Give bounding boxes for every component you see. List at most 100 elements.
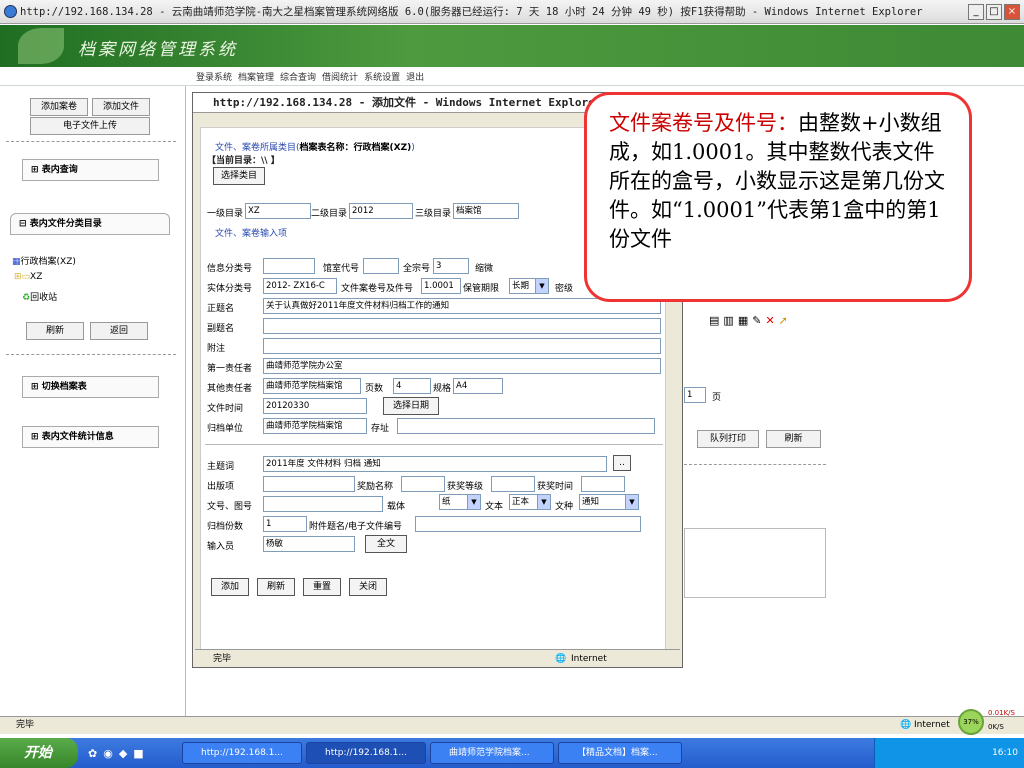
expand-icon: ⊞ [31,165,42,175]
subtitle-input[interactable] [263,318,661,334]
fonds-input[interactable]: 3 [433,258,469,274]
attach-input[interactable] [415,516,641,532]
catalog-panel-toggle[interactable]: ⊟ 表内文件分类目录 [10,213,170,235]
choose-date-button[interactable]: 选择日期 [383,397,439,415]
reset-button[interactable]: 重置 [303,578,341,596]
award-name-input[interactable] [401,476,445,492]
location-input[interactable] [397,418,655,434]
entity-class-input[interactable]: 2012- ZX16-C [263,278,337,294]
delete-icon[interactable]: ✕ [765,314,774,327]
tree-node-recycle[interactable]: ♻回收站 [22,290,57,303]
info-panel [684,528,826,598]
task-archive-app[interactable]: 曲靖师范学院档案... [430,742,554,764]
upload-file-button[interactable]: 电子文件上传 [30,117,150,135]
chevron-down-icon: ▼ [537,495,550,509]
switch-table-toggle[interactable]: ⊞ 切换档案表 [22,376,159,398]
collapse-icon: ⊟ [19,219,30,229]
stats-panel-toggle[interactable]: ⊞ 表内文件统计信息 [22,426,159,448]
back-button[interactable]: 返回 [90,322,148,340]
copies-input[interactable]: 1 [263,516,307,532]
add-volume-button[interactable]: 添加案卷 [30,98,88,116]
entry-input[interactable]: 杨敏 [263,536,355,552]
date-input[interactable]: 20120330 [263,398,367,414]
award-time-input[interactable] [581,476,625,492]
recycle-icon: ♻ [22,293,31,303]
catalog-label: 表内文件分类目录 [29,219,102,229]
task-document[interactable]: 【精品文档】档案... [558,742,682,764]
edit-icon[interactable]: ✎ [752,314,761,327]
fulltext-button[interactable]: 全文 [365,535,407,553]
left-pane: 添加案卷 添加文件 电子文件上传 ⊞ 表内查询 ⊟ 表内文件分类目录 ▦行政档案… [0,86,186,716]
refresh-tree-button[interactable]: 刷新 [26,322,84,340]
tree-root[interactable]: ▦行政档案(XZ) [12,254,76,267]
keywords-input[interactable]: 2011年度 文件材料 归档 通知 [263,456,607,472]
queue-print-button[interactable]: 队列打印 [697,430,759,448]
menu-archive-manage[interactable]: 档案管理 [238,70,274,83]
spec-input[interactable]: A4 [453,378,503,394]
table-name: 档案表名称：行政档案(XZ) [299,143,412,153]
task-ie-2[interactable]: http://192.168.1... [306,742,426,764]
first-resp-input[interactable]: 曲靖师范学院办公室 [263,358,661,374]
retention-label: 保管期限 [463,284,500,294]
table-icon[interactable]: ▥ [723,314,733,327]
globe-icon: 🌐 [900,720,912,730]
media-icon[interactable]: ■ [133,747,143,760]
right-refresh-button[interactable]: 刷新 [766,430,821,448]
tree-node-xz[interactable]: ⊞▭XZ [14,272,42,282]
net-speed-gauge: 37% [958,709,984,735]
menu-query[interactable]: 综合查询 [280,70,316,83]
callout-head: 文件案卷号及件号： [609,111,798,135]
menu-exit[interactable]: 退出 [406,70,424,83]
publish-input[interactable] [263,476,355,492]
close-form-button[interactable]: 关闭 [349,578,387,596]
document-icon[interactable]: ▤ [709,314,719,327]
retention-select[interactable]: 长期 ▼ [509,278,549,294]
other-resp-input[interactable]: 曲靖师范学院档案馆 [263,378,361,394]
start-button[interactable]: 开始 [0,738,78,768]
award-level-input[interactable] [491,476,535,492]
info-class-input[interactable] [263,258,315,274]
first-resp-label: 第一责任者 [207,364,253,374]
query-panel-toggle[interactable]: ⊞ 表内查询 [22,159,159,181]
archive-unit-input[interactable]: 曲靖师范学院档案馆 [263,418,367,434]
level2-input[interactable]: 2012 [349,203,413,219]
text-select[interactable]: 正本 ▼ [509,494,551,510]
app-icon[interactable]: ◆ [119,747,127,760]
divider [684,464,826,465]
export-icon[interactable]: ➚ [779,314,788,327]
grid-icon[interactable]: ▦ [738,314,748,327]
keywords-more-button[interactable]: .. [613,455,631,471]
page-input[interactable]: 1 [684,387,706,403]
level1-input[interactable]: XZ [245,203,311,219]
choose-category-button[interactable]: 选择类目 [213,167,265,185]
system-tray: 16:10 [874,738,1024,768]
pages-label: 页数 [365,384,384,394]
genre-select[interactable]: 通知 ▼ [579,494,639,510]
note-input[interactable] [263,338,661,354]
title-label: 正题名 [207,304,235,314]
task-ie-1[interactable]: http://192.168.1... [182,742,302,764]
pages-input[interactable]: 4 [393,378,431,394]
room-code-input[interactable] [363,258,399,274]
add-button[interactable]: 添加 [211,578,249,596]
messenger-icon[interactable]: ✿ [88,747,97,760]
add-file-button[interactable]: 添加文件 [92,98,150,116]
level3-input[interactable]: 档案馆 [453,203,519,219]
chevron-down-icon: ▼ [625,495,638,509]
menu-settings[interactable]: 系统设置 [364,70,400,83]
carrier-select[interactable]: 纸 ▼ [439,494,481,510]
award-level-label: 获奖等级 [447,482,484,492]
menu-borrow-stats[interactable]: 借阅统计 [322,70,358,83]
doc-no-input[interactable] [263,496,383,512]
menu-login[interactable]: 登录系统 [196,70,232,83]
maximize-button[interactable]: □ [986,3,1002,20]
net-down: 0K/S [988,723,1004,731]
ie-launch-icon[interactable]: ◉ [103,747,113,760]
file-no-input[interactable]: 1.0001 [421,278,461,294]
refresh-button[interactable]: 刷新 [257,578,295,596]
minimize-button[interactable]: _ [968,3,984,20]
popup-status-bar: 完毕 🌐 Internet [195,649,680,667]
close-button[interactable]: × [1004,3,1020,20]
zone-text: Internet [914,720,950,730]
carrier-label: 载体 [387,502,406,512]
